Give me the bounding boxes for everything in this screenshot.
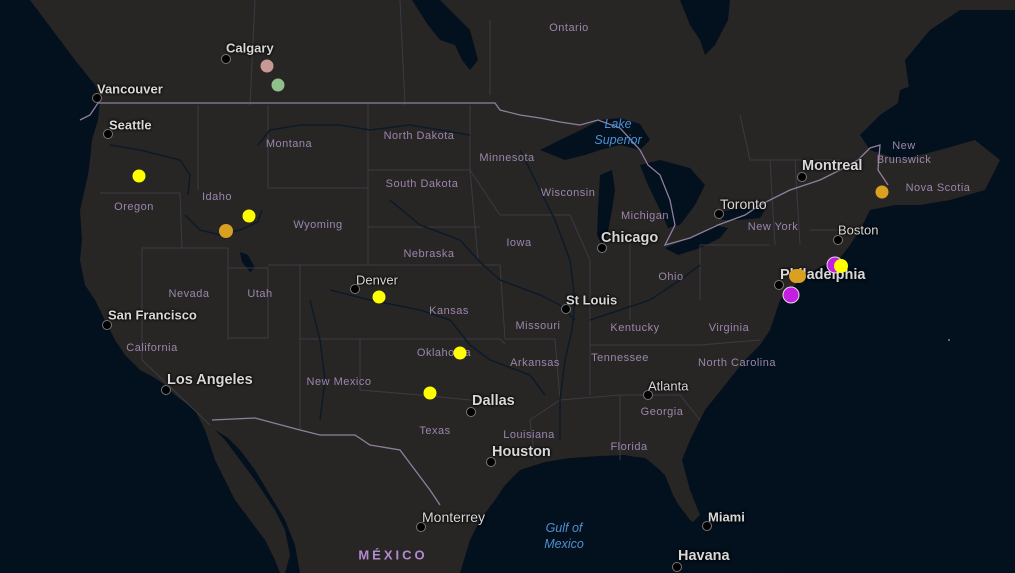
map-point-marker[interactable] bbox=[132, 169, 146, 183]
city-dot-dallas[interactable] bbox=[466, 407, 476, 417]
map-point-marker[interactable] bbox=[260, 59, 274, 73]
map-point-marker[interactable] bbox=[875, 185, 889, 199]
map-point-marker[interactable] bbox=[242, 209, 256, 223]
map-point-marker[interactable] bbox=[219, 224, 233, 238]
map-point-marker[interactable] bbox=[271, 78, 285, 92]
city-dot-atlanta[interactable] bbox=[643, 390, 653, 400]
basemap bbox=[0, 0, 1015, 573]
city-dot-san-francisco[interactable] bbox=[102, 320, 112, 330]
city-dot-los-angeles[interactable] bbox=[161, 385, 171, 395]
gulf-of-st-lawrence bbox=[895, 55, 1015, 150]
city-dot-montreal[interactable] bbox=[797, 172, 807, 182]
city-dot-toronto[interactable] bbox=[714, 209, 724, 219]
city-dot-st-louis[interactable] bbox=[561, 304, 571, 314]
map-point-marker[interactable] bbox=[834, 259, 848, 273]
city-dot-monterrey[interactable] bbox=[416, 522, 426, 532]
city-dot-calgary[interactable] bbox=[221, 54, 231, 64]
city-dot-boston[interactable] bbox=[833, 235, 843, 245]
map-point-marker[interactable] bbox=[372, 290, 386, 304]
map-point-marker[interactable] bbox=[453, 346, 467, 360]
stray-marker bbox=[948, 339, 950, 341]
city-dot-chicago[interactable] bbox=[597, 243, 607, 253]
city-dot-vancouver[interactable] bbox=[92, 93, 102, 103]
city-dot-houston[interactable] bbox=[486, 457, 496, 467]
map-view[interactable]: Ontario North Dakota Minnesota South Dak… bbox=[0, 0, 1015, 573]
map-point-marker[interactable] bbox=[783, 287, 799, 303]
map-point-marker[interactable] bbox=[789, 269, 803, 283]
city-dot-seattle[interactable] bbox=[103, 129, 113, 139]
map-point-marker[interactable] bbox=[423, 386, 437, 400]
city-dot-miami[interactable] bbox=[702, 521, 712, 531]
city-dot-denver[interactable] bbox=[350, 284, 360, 294]
city-dot-philadelphia[interactable] bbox=[774, 280, 784, 290]
city-dot-havana[interactable] bbox=[672, 562, 682, 572]
